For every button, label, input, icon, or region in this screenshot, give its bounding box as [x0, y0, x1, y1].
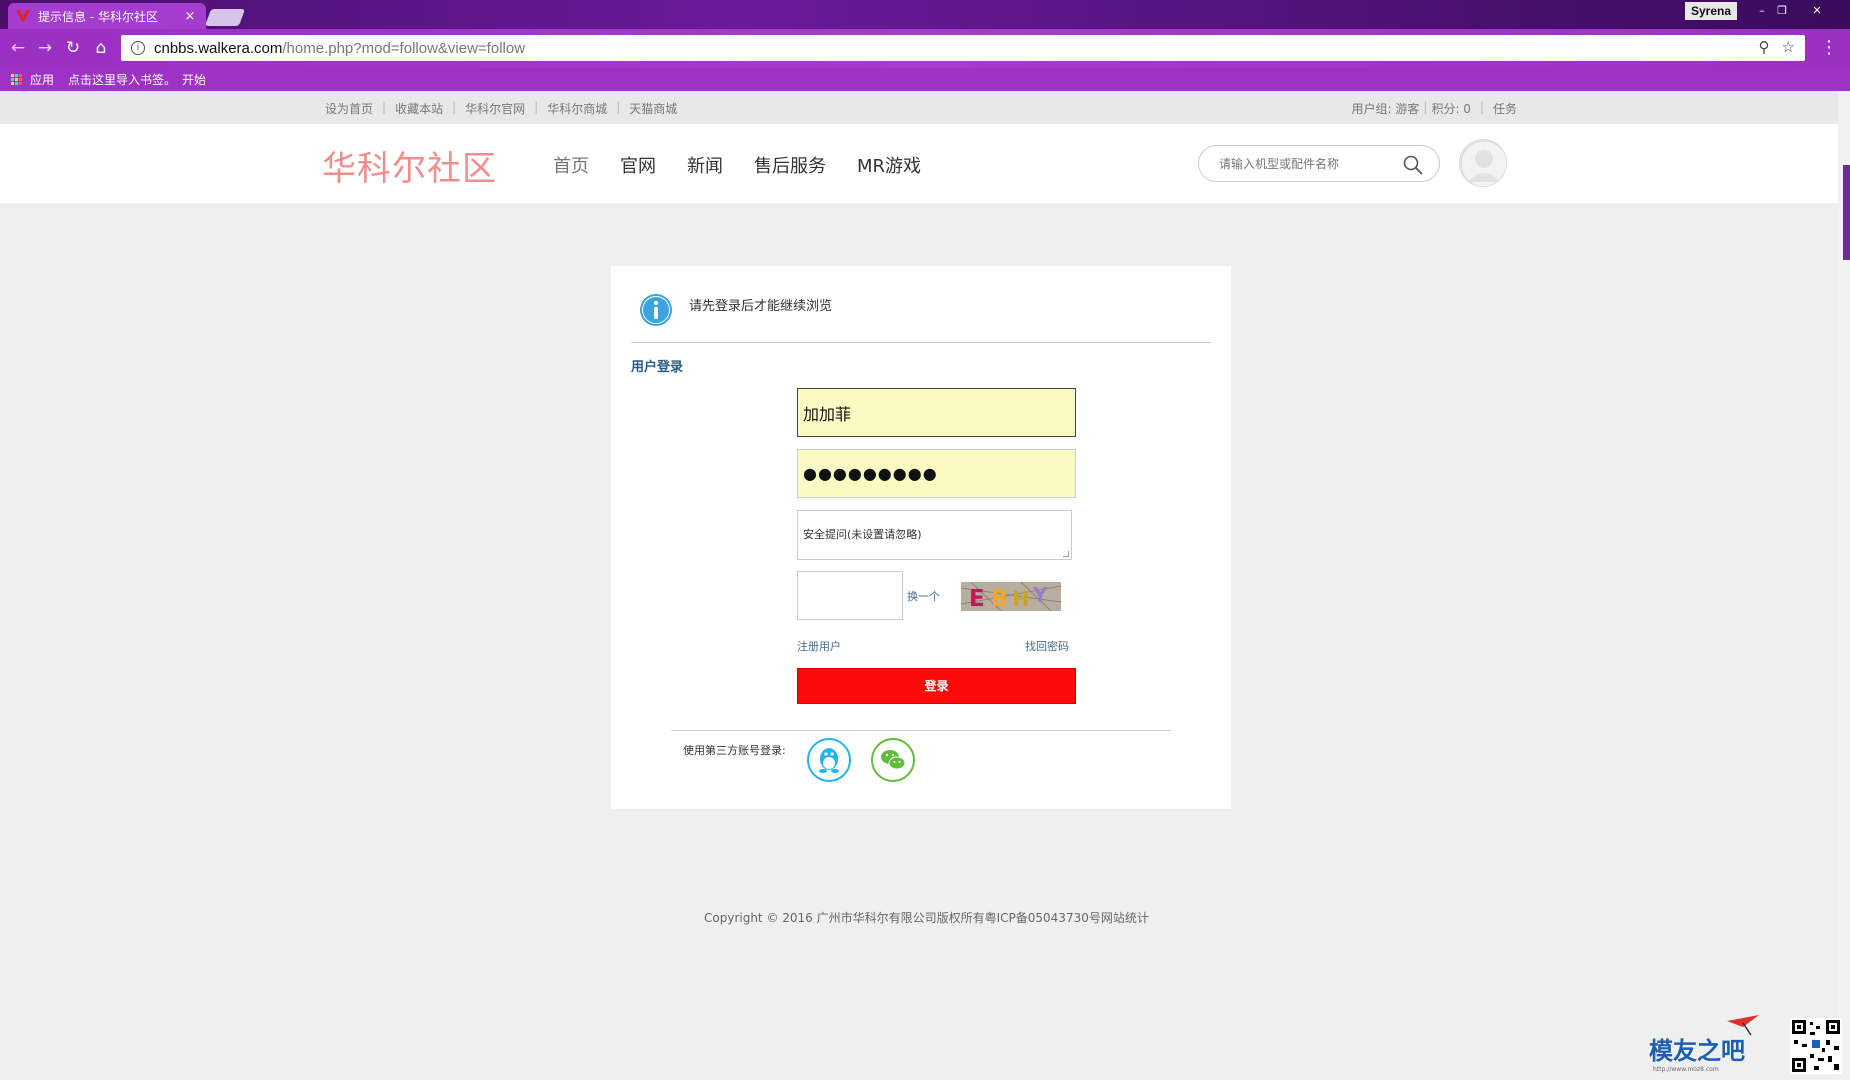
- bookmark-star-icon[interactable]: ☆: [1782, 38, 1795, 56]
- third-party-login-label: 使用第三方账号登录:: [683, 744, 786, 757]
- nav-item-home[interactable]: 首页: [553, 152, 589, 178]
- back-arrow-icon[interactable]: ←: [8, 38, 28, 58]
- maximize-icon[interactable]: ❐: [1770, 2, 1794, 20]
- browser-menu-icon[interactable]: ⋮: [1820, 37, 1838, 59]
- svg-text:Y: Y: [1032, 583, 1048, 607]
- topbar-link-set-home[interactable]: 设为首页: [325, 100, 373, 117]
- username-input[interactable]: [797, 388, 1076, 437]
- forward-arrow-icon[interactable]: →: [35, 38, 55, 58]
- user-points[interactable]: 积分: 0: [1431, 100, 1471, 117]
- divider: [671, 730, 1171, 731]
- home-icon[interactable]: ⌂: [91, 38, 111, 58]
- info-icon: [640, 294, 672, 326]
- bookmark-import-link[interactable]: 点击这里导入书签。: [68, 71, 176, 88]
- topbar-link-tasks[interactable]: 任务: [1493, 100, 1517, 117]
- divider: [631, 342, 1211, 343]
- bookmark-start-link[interactable]: 开始: [182, 71, 206, 88]
- moz8-watermark-logo: 模友之吧 http://www.moz8.com: [1647, 1013, 1767, 1075]
- footer-copyright: Copyright © 2016 广州市华科尔有限公司版权所有粤ICP备0504…: [704, 911, 1149, 925]
- security-question-select[interactable]: 安全提问(未设置请忽略): [797, 510, 1072, 560]
- topbar-link-favorite[interactable]: 收藏本站: [395, 100, 443, 117]
- profile-button[interactable]: Syrena: [1685, 2, 1737, 20]
- reload-icon[interactable]: ↻: [63, 38, 83, 58]
- scrollbar-thumb[interactable]: [1843, 165, 1850, 260]
- bookmarks-bar: 应用 点击这里导入书签。 开始: [0, 68, 1850, 91]
- site-logo[interactable]: 华科尔社区: [322, 141, 497, 190]
- nav-item-after-sales[interactable]: 售后服务: [754, 152, 826, 178]
- topbar-link-mall[interactable]: 华科尔商城: [547, 100, 607, 117]
- resize-grip-icon: [1063, 551, 1069, 557]
- nav-item-mr-games[interactable]: MR游戏: [857, 152, 921, 178]
- site-topbar: 设为首页 | 收藏本站 | 华科尔官网 | 华科尔商城 | 天猫商城 用户组: 游客 | …: [0, 91, 1838, 124]
- login-section-title: 用户登录: [631, 360, 684, 375]
- topbar-link-tmall[interactable]: 天猫商城: [629, 100, 677, 117]
- svg-text:E: E: [969, 586, 985, 611]
- address-bar[interactable]: i cnbbs.walkera.com/home.php?mod=follow&…: [121, 35, 1805, 61]
- security-question-label: 安全提问(未设置请忽略): [803, 528, 922, 541]
- site-search-input[interactable]: [1219, 155, 1399, 173]
- captcha-refresh-link[interactable]: 换一个: [907, 588, 940, 604]
- tab-title: 提示信息 - 华科尔社区: [38, 9, 158, 24]
- default-avatar-icon: [1460, 140, 1506, 186]
- browser-tab-strip: 提示信息 - 华科尔社区 × Syrena – ❐ ✕: [0, 0, 1850, 29]
- search-icon[interactable]: [1402, 154, 1424, 176]
- register-link[interactable]: 注册用户: [797, 638, 841, 654]
- qq-login-button[interactable]: [807, 738, 851, 782]
- tab-close-icon[interactable]: ×: [182, 9, 198, 24]
- new-tab-button[interactable]: [204, 9, 246, 26]
- watermark-logo-text: 模友之吧: [1649, 1037, 1745, 1065]
- bookmark-apps[interactable]: 应用: [30, 71, 54, 88]
- key-icon[interactable]: ⚲: [1759, 38, 1770, 56]
- wechat-icon: [881, 750, 906, 770]
- window-close-icon[interactable]: ✕: [1805, 2, 1829, 20]
- topbar-link-official[interactable]: 华科尔官网: [465, 100, 525, 117]
- url-host: cnbbs.walkera.com: [154, 39, 283, 57]
- login-required-notice: 请先登录后才能继续浏览: [689, 299, 833, 314]
- nav-item-news[interactable]: 新闻: [687, 152, 723, 178]
- watermark-url: http://www.moz8.com: [1653, 1066, 1719, 1073]
- main-nav: 首页 官网 新闻 售后服务 MR游戏: [553, 152, 921, 178]
- site-info-icon[interactable]: i: [131, 41, 145, 55]
- browser-toolbar: ← → ↻ ⌂ i cnbbs.walkera.com/home.php?mod…: [0, 29, 1850, 68]
- password-input[interactable]: ●●●●●●●●●: [797, 449, 1076, 498]
- site-search-box: [1198, 145, 1440, 182]
- qr-code-image: [1790, 1018, 1842, 1074]
- captcha-image[interactable]: E B H Y: [961, 582, 1061, 611]
- nav-item-official[interactable]: 官网: [620, 152, 656, 178]
- site-header: 华科尔社区 首页 官网 新闻 售后服务 MR游戏: [0, 124, 1838, 203]
- wechat-login-button[interactable]: [871, 738, 915, 782]
- url-path: /home.php?mod=follow&view=follow: [282, 39, 526, 57]
- forgot-password-link[interactable]: 找回密码: [1025, 638, 1069, 654]
- svg-text:B: B: [991, 587, 1008, 611]
- walkera-favicon-icon: [16, 9, 30, 23]
- captcha-input[interactable]: [797, 571, 903, 620]
- svg-text:H: H: [1012, 587, 1030, 611]
- login-panel: 请先登录后才能继续浏览 用户登录 ●●●●●●●●● 安全提问(未设置请忽略) …: [611, 266, 1231, 809]
- user-group[interactable]: 用户组: 游客: [1352, 100, 1420, 117]
- browser-tab-active[interactable]: 提示信息 - 华科尔社区 ×: [8, 3, 206, 29]
- qq-penguin-icon: [819, 748, 839, 773]
- avatar[interactable]: [1459, 139, 1507, 187]
- login-button[interactable]: 登录: [797, 668, 1076, 704]
- apps-grid-icon[interactable]: [11, 73, 23, 86]
